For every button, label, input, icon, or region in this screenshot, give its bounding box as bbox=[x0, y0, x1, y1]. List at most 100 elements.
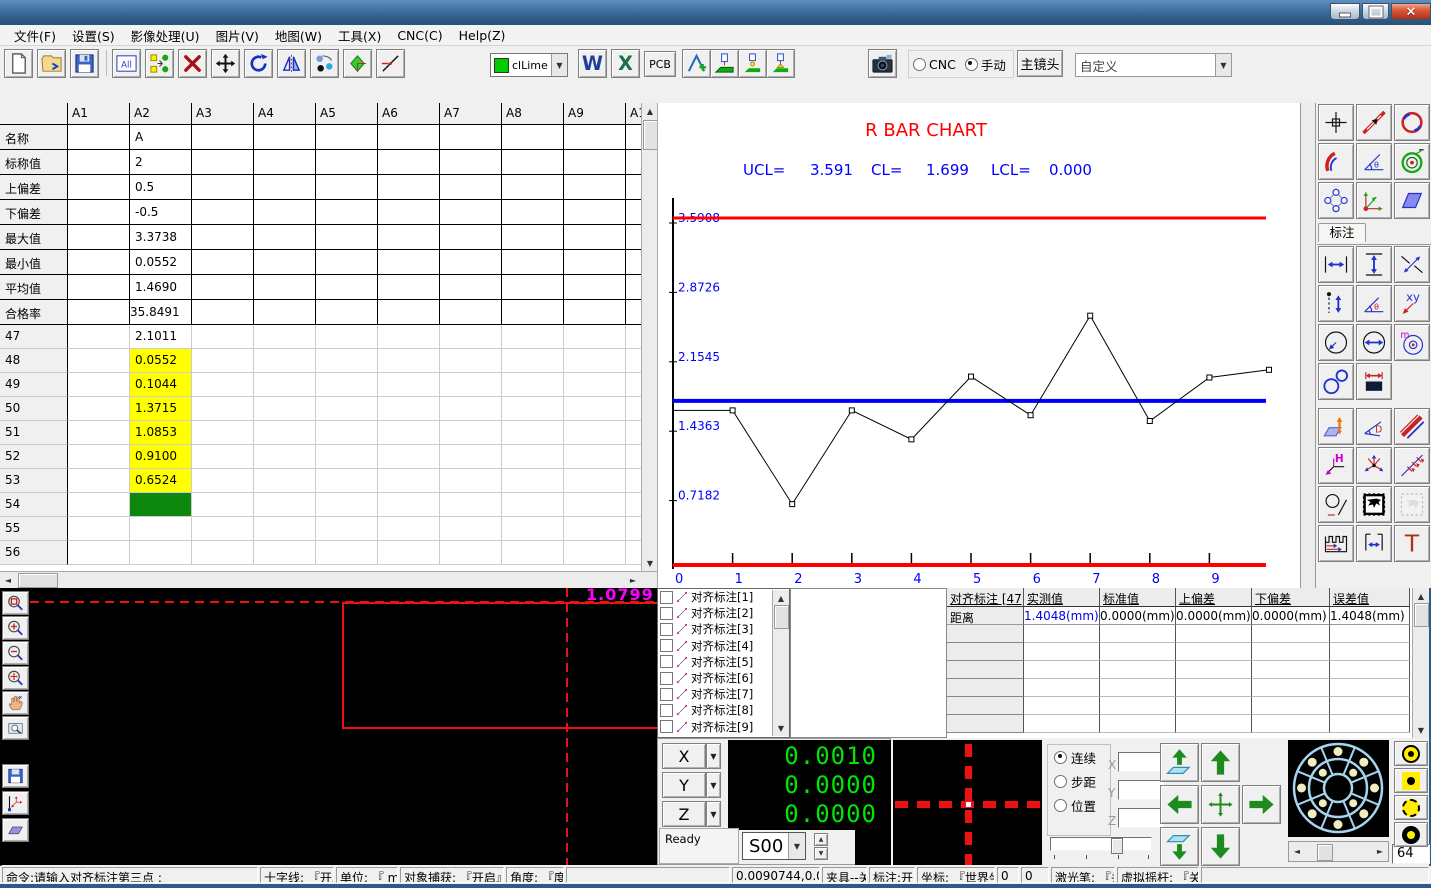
manual-radio[interactable] bbox=[965, 58, 978, 71]
table-cell[interactable]: 2.1011 bbox=[130, 325, 192, 349]
list-item[interactable]: 对齐标注[9] bbox=[658, 719, 789, 735]
light-intensity-value[interactable]: 64 bbox=[1392, 844, 1430, 864]
close-button[interactable]: × bbox=[1391, 3, 1431, 20]
table-cell[interactable] bbox=[626, 397, 641, 421]
column-header[interactable] bbox=[0, 103, 68, 125]
table-cell[interactable] bbox=[440, 200, 502, 225]
table-cell[interactable] bbox=[378, 421, 440, 445]
arc-tool-button[interactable] bbox=[1318, 143, 1354, 180]
checkbox[interactable] bbox=[660, 591, 673, 604]
list-item[interactable]: 对齐标注[3] bbox=[658, 621, 789, 637]
bitmap-region-button[interactable] bbox=[1356, 486, 1392, 523]
table-cell[interactable] bbox=[626, 275, 641, 300]
table-cell[interactable] bbox=[192, 373, 254, 397]
list-item[interactable]: 对齐标注[4] bbox=[658, 638, 789, 654]
table-cell[interactable] bbox=[192, 325, 254, 349]
measure-font-button[interactable] bbox=[682, 49, 711, 78]
table-cell[interactable]: -0.5 bbox=[130, 200, 192, 225]
table-cell[interactable]: 0.1044 bbox=[130, 373, 192, 397]
table-cell[interactable] bbox=[192, 200, 254, 225]
table-cell[interactable] bbox=[378, 397, 440, 421]
chevron-down-icon[interactable]: ▼ bbox=[706, 801, 721, 827]
table-cell[interactable]: 名称 bbox=[0, 125, 68, 150]
table-cell[interactable] bbox=[68, 150, 130, 175]
table-cell[interactable] bbox=[440, 421, 502, 445]
column-header[interactable]: A6 bbox=[378, 103, 440, 125]
table-cell[interactable] bbox=[378, 493, 440, 517]
table-cell[interactable]: 0.6524 bbox=[130, 469, 192, 493]
zoom-region-button[interactable] bbox=[2, 591, 29, 615]
table-cell[interactable] bbox=[564, 150, 626, 175]
table-cell[interactable] bbox=[316, 150, 378, 175]
table-cell[interactable] bbox=[316, 421, 378, 445]
table-cell[interactable] bbox=[254, 125, 316, 150]
menu-item-0[interactable]: 文件(F) bbox=[6, 24, 64, 47]
radio-连续[interactable] bbox=[1054, 751, 1067, 764]
table-cell[interactable] bbox=[564, 397, 626, 421]
table-cell[interactable] bbox=[68, 421, 130, 445]
table-cell[interactable] bbox=[626, 150, 641, 175]
table-cell[interactable] bbox=[254, 200, 316, 225]
probe-edge-button[interactable] bbox=[710, 49, 739, 78]
column-header[interactable]: 上偏差 bbox=[1176, 588, 1252, 607]
pan-hand-button[interactable] bbox=[2, 691, 29, 715]
scroll-down-icon[interactable]: ▼ bbox=[773, 720, 789, 736]
xy-annotation-button[interactable]: xy bbox=[1394, 285, 1430, 322]
table-cell[interactable]: 56 bbox=[0, 541, 68, 565]
table-cell[interactable] bbox=[68, 275, 130, 300]
table-cell[interactable]: 54 bbox=[0, 493, 68, 517]
table-cell[interactable] bbox=[254, 349, 316, 373]
table-cell[interactable] bbox=[254, 225, 316, 250]
table-cell[interactable]: 47 bbox=[0, 325, 68, 349]
table-row[interactable]: 下偏差 -0.5 bbox=[0, 200, 641, 225]
table-cell[interactable] bbox=[68, 225, 130, 250]
table-row[interactable]: 最大值3.3738 bbox=[0, 225, 641, 250]
angle-annotation-button[interactable]: θ bbox=[1356, 285, 1392, 322]
table-cell[interactable] bbox=[502, 445, 564, 469]
gap-width-button[interactable] bbox=[1356, 525, 1392, 562]
table-cell[interactable] bbox=[192, 517, 254, 541]
minimize-button[interactable] bbox=[1330, 3, 1360, 20]
table-cell[interactable] bbox=[440, 469, 502, 493]
concentric-tool-button[interactable] bbox=[1394, 143, 1430, 180]
measure-result-table[interactable]: 对齐标注 [47]实测值标准值上偏差下偏差误差值距离1.4048(mm)0.00… bbox=[947, 588, 1412, 738]
table-cell[interactable] bbox=[254, 150, 316, 175]
radio-位置[interactable] bbox=[1054, 799, 1067, 812]
checkbox[interactable] bbox=[660, 655, 673, 668]
table-cell[interactable] bbox=[316, 397, 378, 421]
table-cell[interactable] bbox=[192, 125, 254, 150]
table-cell[interactable] bbox=[316, 175, 378, 200]
point-line-distance-button[interactable] bbox=[1318, 285, 1354, 322]
table-cell[interactable]: 1.3715 bbox=[130, 397, 192, 421]
scroll-down-icon[interactable]: ▼ bbox=[642, 555, 658, 571]
table-cell[interactable] bbox=[626, 469, 641, 493]
circle-tool-button[interactable] bbox=[1394, 104, 1430, 141]
table-cell[interactable] bbox=[440, 125, 502, 150]
ring-light-mode-2-button[interactable] bbox=[1394, 768, 1428, 793]
menu-item-2[interactable]: 影像处理(U) bbox=[123, 24, 208, 47]
table-cell[interactable] bbox=[502, 469, 564, 493]
table-cell[interactable] bbox=[502, 125, 564, 150]
scroll-right-icon[interactable]: ► bbox=[625, 572, 641, 588]
width-annotation-button[interactable] bbox=[1356, 363, 1392, 400]
table-horizontal-scrollbar[interactable]: ◄ ► bbox=[0, 571, 657, 588]
table-cell[interactable] bbox=[254, 493, 316, 517]
table-cell[interactable] bbox=[502, 517, 564, 541]
table-cell[interactable]: 1.4048(mm) bbox=[1024, 607, 1100, 625]
table-cell[interactable] bbox=[378, 325, 440, 349]
table-row[interactable]: 54 bbox=[0, 493, 641, 517]
table-cell[interactable]: 0.0000(mm) bbox=[1176, 607, 1252, 625]
table-cell[interactable] bbox=[440, 300, 502, 325]
ring-light-scrollbar[interactable]: ◄ ► bbox=[1288, 841, 1389, 862]
table-cell[interactable] bbox=[626, 373, 641, 397]
table-cell[interactable]: 0.9100 bbox=[130, 445, 192, 469]
table-cell[interactable] bbox=[316, 517, 378, 541]
table-cell[interactable]: 下偏差 bbox=[0, 200, 68, 225]
table-cell[interactable] bbox=[564, 225, 626, 250]
center-cross-button[interactable] bbox=[1201, 785, 1240, 824]
arrow-left-button[interactable] bbox=[1160, 785, 1199, 824]
vector-angles-button[interactable] bbox=[1394, 447, 1430, 484]
table-cell[interactable] bbox=[316, 493, 378, 517]
mode-option[interactable]: 位置 bbox=[1048, 793, 1110, 817]
table-cell[interactable]: 51 bbox=[0, 421, 68, 445]
